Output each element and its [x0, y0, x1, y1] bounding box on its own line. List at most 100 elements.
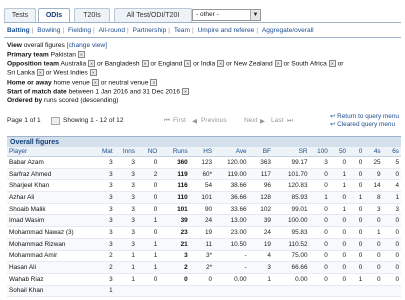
nav-fielding[interactable]: Fielding — [68, 27, 91, 34]
column-header[interactable]: 0 — [348, 147, 365, 157]
nav-batting[interactable]: Batting — [7, 27, 30, 34]
remove-icon[interactable]: ✕ — [217, 60, 225, 67]
column-header[interactable]: BF — [248, 147, 273, 157]
column-header[interactable]: Ave — [214, 147, 249, 157]
remove-icon[interactable]: ✕ — [36, 69, 44, 76]
player-name-link[interactable]: Babar Azam — [7, 156, 93, 169]
nav-all-round[interactable]: All-round — [99, 27, 125, 34]
remove-icon[interactable]: ✕ — [89, 69, 97, 76]
change-view-link[interactable]: [change view] — [67, 42, 107, 49]
column-header[interactable]: Runs — [159, 147, 190, 157]
or-text: or — [97, 60, 103, 68]
stat-cell: 85.93 — [272, 191, 310, 204]
nav-partnership[interactable]: Partnership — [133, 27, 167, 34]
player-name-link[interactable]: Sharjeel Khan — [7, 179, 93, 193]
stat-cell: 24 — [189, 214, 215, 228]
previous-page-icon[interactable]: ◀ — [192, 117, 197, 125]
stat-cell: 60* — [189, 168, 215, 181]
column-header[interactable]: Inns — [114, 147, 137, 157]
player-name-link[interactable]: Imad Wasim — [7, 214, 93, 228]
home-away-value: neutral venue — [108, 79, 149, 87]
last-page-icon[interactable]: ⏭ — [287, 117, 293, 125]
stat-cell: 0 — [329, 214, 349, 228]
nav-team[interactable]: Team — [174, 27, 190, 34]
player-name-link[interactable]: Wahab Riaz — [7, 273, 93, 286]
column-header[interactable]: NO — [136, 147, 160, 157]
stat-cell: 363 — [248, 156, 273, 169]
first-page-link[interactable]: First — [173, 117, 186, 124]
tab-tests[interactable]: Tests — [4, 8, 36, 22]
stat-cell — [272, 285, 310, 298]
column-header[interactable]: 50 — [329, 147, 349, 157]
stat-cell: 8 — [364, 191, 383, 204]
stat-cell: 1 — [248, 273, 273, 286]
remove-icon[interactable]: ✕ — [150, 79, 158, 86]
remove-icon[interactable]: ✕ — [91, 79, 99, 86]
primary-team-value: Pakistan — [50, 51, 76, 59]
column-header[interactable]: 6s — [382, 147, 401, 157]
stat-cell — [348, 285, 365, 298]
stat-cell: 0 — [329, 238, 349, 251]
stat-cell: 3 — [309, 156, 330, 169]
remove-icon[interactable]: ✕ — [77, 51, 85, 58]
remove-icon[interactable]: ✕ — [141, 60, 149, 67]
remove-icon[interactable]: ✕ — [182, 88, 190, 95]
return-to-query-link[interactable]: Return to query menu — [337, 113, 399, 120]
ordered-label: Ordered by — [7, 97, 43, 104]
player-name-link[interactable]: Mohammad Amir — [7, 250, 93, 263]
player-name-link[interactable]: Mohammad Rizwan — [7, 238, 93, 251]
remove-icon[interactable]: ✕ — [328, 60, 336, 67]
nav-bowling[interactable]: Bowling — [37, 27, 60, 34]
stat-cell: 1 — [382, 191, 401, 204]
opposition-team: South Africa — [291, 60, 327, 68]
other-format-select[interactable]: - other - ▼ — [192, 9, 261, 21]
column-header[interactable]: 100 — [309, 147, 330, 157]
column-header[interactable]: HS — [189, 147, 215, 157]
page-indicator: Page 1 of 1 — [7, 117, 41, 124]
stat-cell: 0 — [309, 261, 330, 274]
stat-cell: 0.00 — [214, 273, 249, 286]
stat-cell: 0 — [348, 261, 365, 274]
remove-icon[interactable]: ✕ — [184, 60, 192, 67]
next-page-icon[interactable]: ▶ — [260, 117, 265, 125]
cleared-query-link[interactable]: Cleared query menu — [337, 121, 395, 128]
player-name-link[interactable]: Sarfraz Ahmed — [7, 168, 93, 181]
first-page-icon[interactable]: ⏮ — [164, 117, 170, 125]
nav-aggregate[interactable]: Aggregate/overall — [262, 27, 314, 34]
stat-cell: 1 — [309, 191, 330, 204]
player-name-link[interactable]: Azhar Ali — [7, 191, 93, 204]
column-header[interactable]: Player — [7, 147, 93, 157]
stat-cell: 0 — [382, 261, 401, 274]
table-row: Azhar Ali 3 3 0 110 101 36.66 128 85.93 1 0 1 8 1 — [7, 191, 401, 204]
remove-icon[interactable]: ✕ — [274, 60, 282, 67]
last-page-link[interactable]: Last — [271, 117, 283, 124]
table-row: Mohammad Amir 2 1 1 3 3* -4 75.00 0 0 0 0 0 — [7, 250, 401, 263]
remove-icon[interactable]: ✕ — [88, 60, 96, 67]
nav-umpire-referee[interactable]: Umpire and referee — [198, 27, 255, 34]
next-page-link[interactable]: Next — [244, 117, 258, 124]
table-row: Sohail Khan 1 — [7, 285, 401, 298]
previous-page-link[interactable]: Previous — [201, 117, 227, 124]
other-format-select-value: - other - — [196, 11, 219, 18]
table-row: Babar Azam 3 3 0 360 123 120.00 363 99.17 3 0 0 25 5 — [7, 156, 401, 169]
stat-cell: 1 — [114, 250, 137, 263]
stat-cell: 3 — [114, 191, 137, 204]
player-name-link[interactable]: Hasan Ali — [7, 261, 93, 274]
stat-cell: 101 — [159, 203, 190, 216]
stat-cell: 4 — [248, 250, 273, 263]
column-header[interactable]: Mat — [92, 147, 115, 157]
stat-cell: 0 — [348, 168, 365, 181]
tab-t20is[interactable]: T20Is — [74, 8, 110, 22]
page-select[interactable] — [51, 117, 60, 125]
stat-cell: 102 — [248, 203, 273, 216]
column-header[interactable]: SR — [272, 147, 310, 157]
stat-cell: 3 — [114, 203, 137, 216]
player-name-link[interactable]: Sohail Khan — [7, 285, 93, 298]
stat-cell: 0 — [329, 226, 349, 239]
player-name-link[interactable]: Shoaib Malik — [7, 203, 93, 216]
tab-odis[interactable]: ODIs — [38, 8, 70, 22]
stat-cell: 39 — [159, 214, 190, 228]
tab-all-formats[interactable]: All Test/ODI/T20I — [114, 8, 192, 22]
player-name-link[interactable]: Mohammad Nawaz (3) — [7, 226, 93, 239]
column-header[interactable]: 4s — [364, 147, 383, 157]
